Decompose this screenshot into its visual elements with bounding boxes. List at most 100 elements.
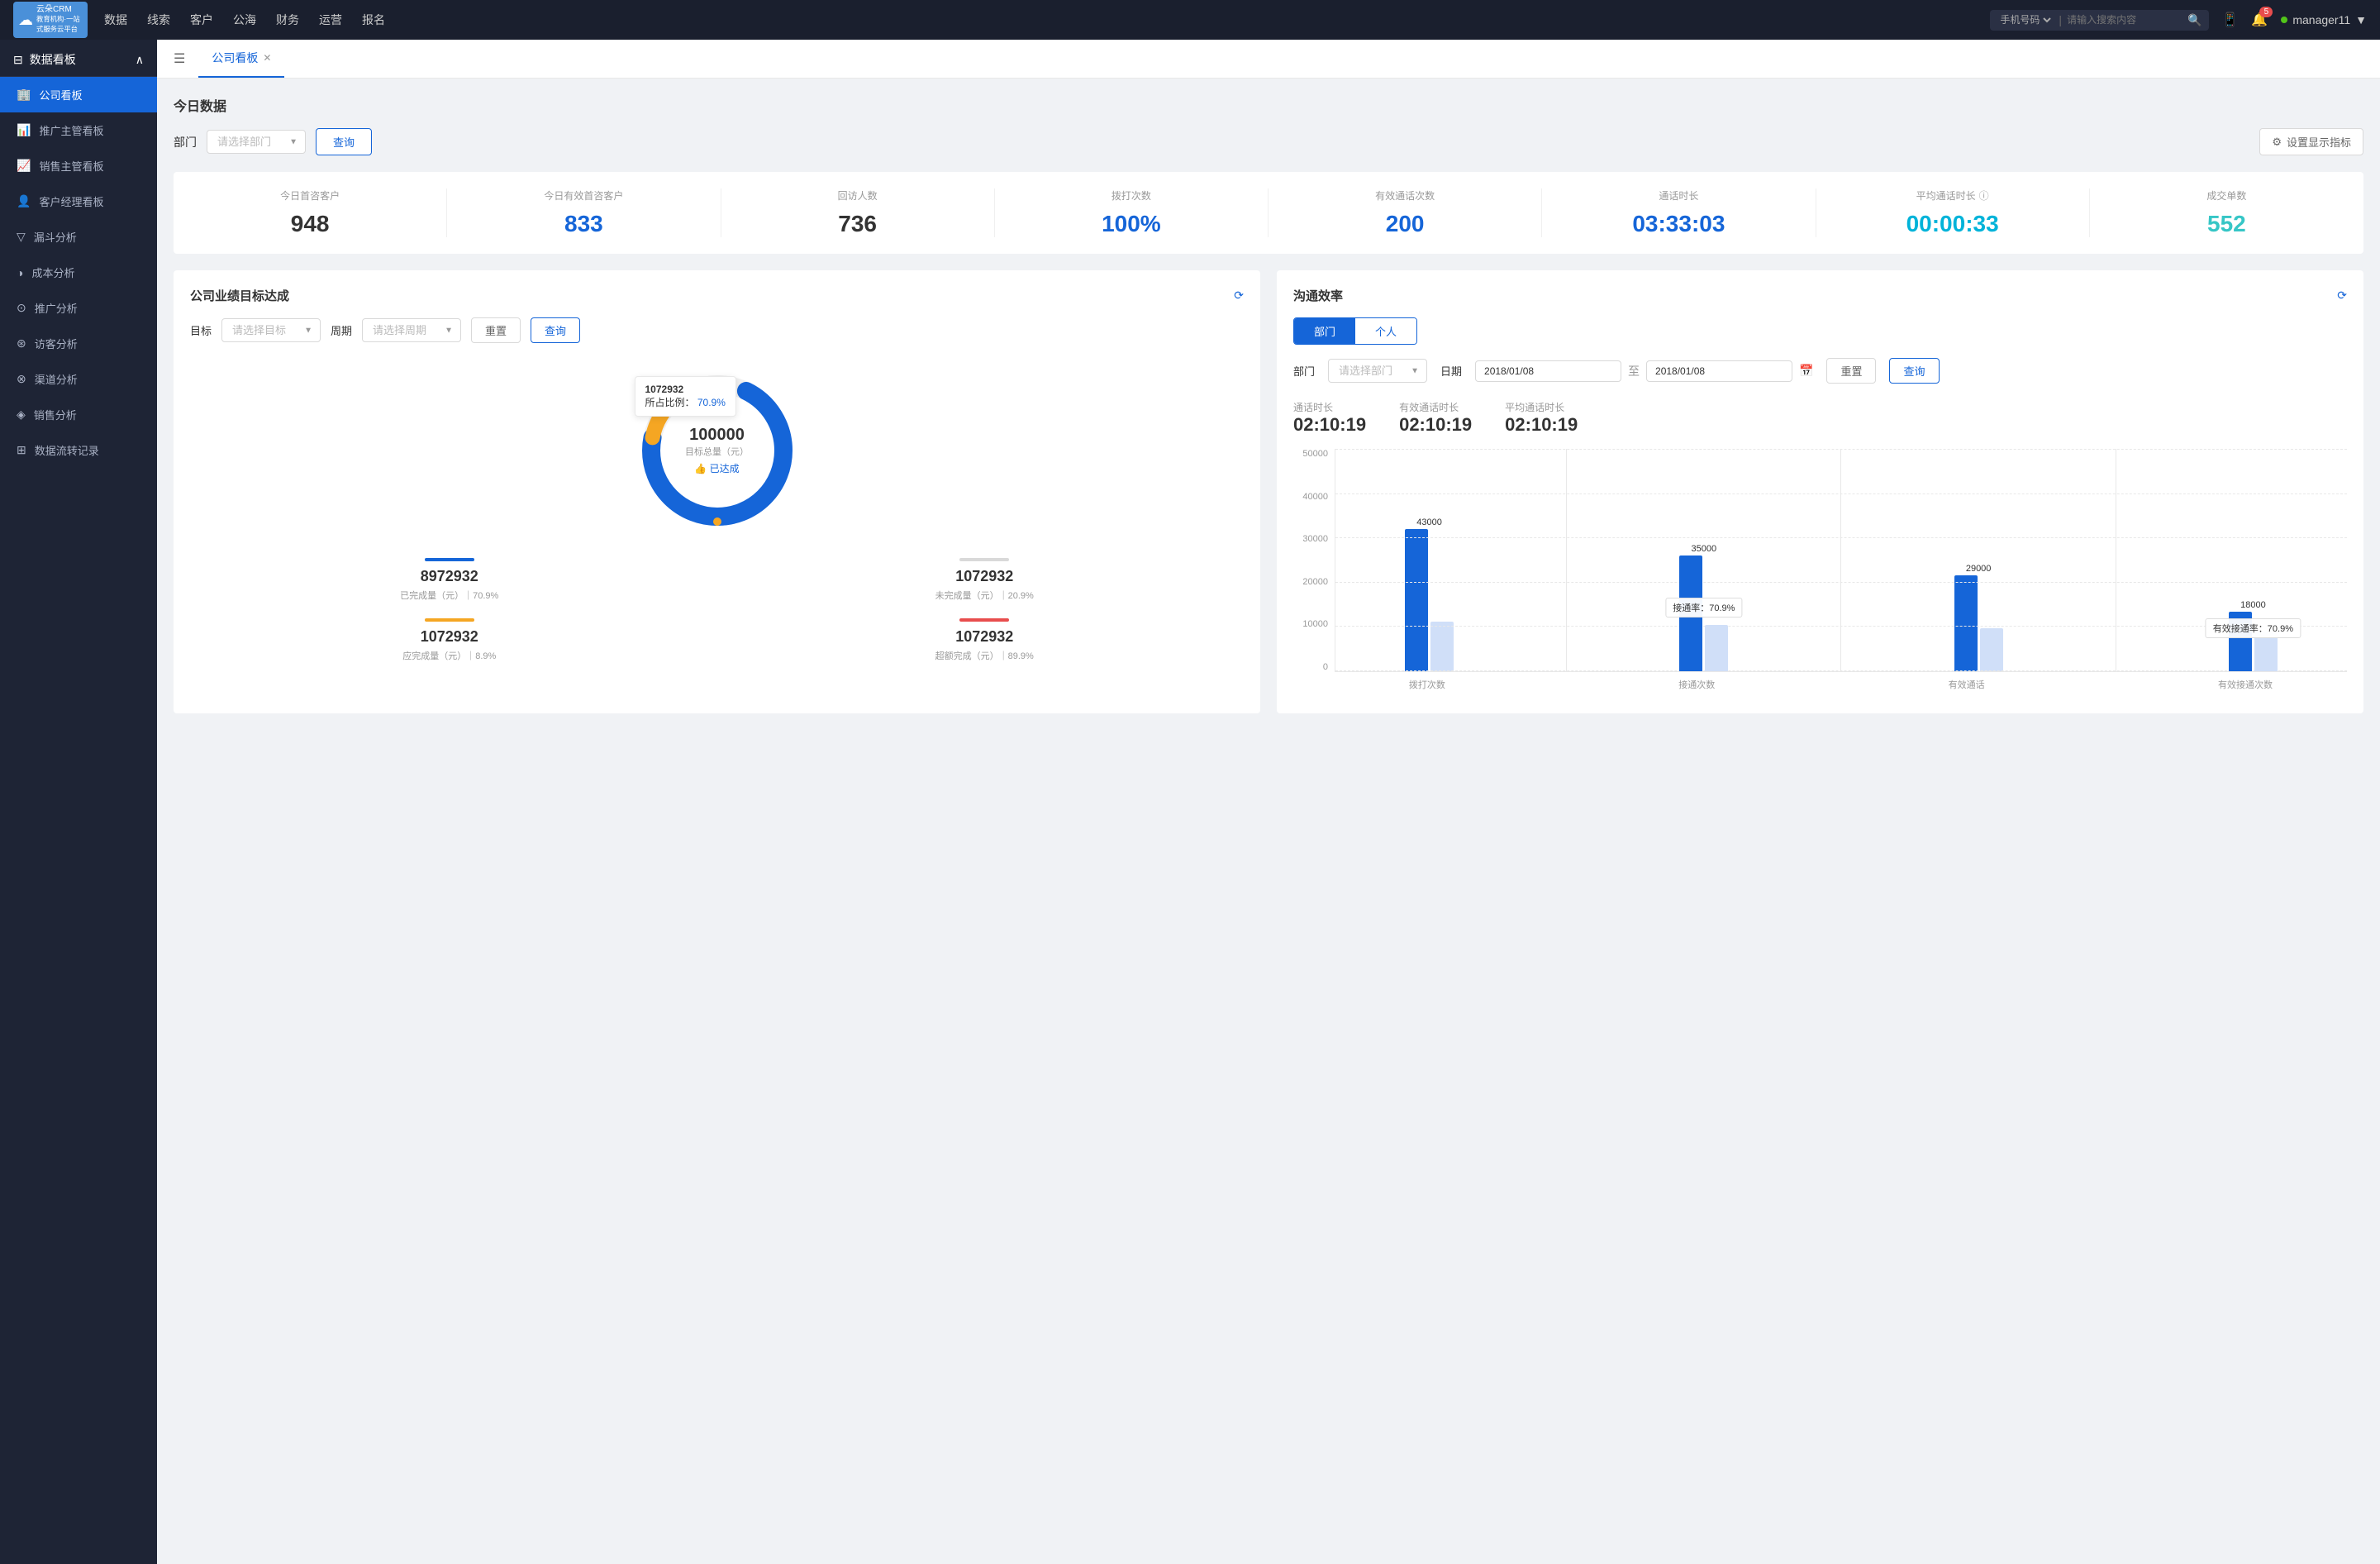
sidebar-label-promo-analysis: 推广分析 — [35, 300, 78, 316]
nav-item-signup[interactable]: 报名 — [362, 12, 385, 28]
eff-reset-button[interactable]: 重置 — [1826, 358, 1876, 384]
page-body: 今日数据 部门 请选择部门 查询 ⚙ 设置显示指标 — [157, 79, 2380, 730]
x-label-0: 拨打次数 — [1409, 678, 1445, 691]
mini-stat-bar-1 — [959, 558, 1009, 561]
date-range: 至 📅 — [1475, 360, 1813, 382]
tab-label: 公司看板 — [212, 50, 258, 66]
stat-label-1: 今日有效首咨客户 — [455, 188, 712, 203]
sidebar-item-cost[interactable]: ◑ 成本分析 — [0, 255, 157, 290]
search-input[interactable] — [2067, 14, 2182, 26]
mini-stat-desc-3: 超额完成（元）｜89.9% — [726, 649, 1245, 662]
settings-button[interactable]: ⚙ 设置显示指标 — [2259, 128, 2363, 155]
nav-item-public[interactable]: 公海 — [233, 12, 256, 28]
sidebar-item-sales-analysis[interactable]: ◈ 销售分析 — [0, 397, 157, 432]
period-select[interactable]: 请选择周期 — [362, 318, 461, 342]
mobile-icon[interactable]: 📱 — [2222, 12, 2239, 28]
search-type-select[interactable]: 手机号码 — [1997, 13, 2054, 26]
eff-query-button[interactable]: 查询 — [1889, 358, 1939, 384]
eff-stat-label-0: 通话时长 — [1293, 400, 1366, 414]
tab-dept[interactable]: 部门 — [1294, 318, 1355, 344]
mini-stat-num-1: 1072932 — [726, 568, 1245, 585]
bar-1-light — [1705, 625, 1728, 671]
bar-val-3-0: 18000 — [2240, 600, 2266, 610]
stat-value-5: 03:33:03 — [1550, 211, 1806, 237]
hamburger-icon[interactable]: ☰ — [174, 50, 185, 67]
logo-icon: ☁ — [18, 12, 33, 29]
x-label-1: 接通次数 — [1678, 678, 1715, 691]
settings-icon: ⚙ — [2272, 136, 2282, 149]
sidebar-item-flow-record[interactable]: ⊞ 数据流转记录 — [0, 432, 157, 468]
bar-group-0: 43000 — [1405, 517, 1454, 671]
nav-links: 数据 线索 客户 公海 财务 运营 报名 — [104, 12, 1990, 28]
nav-item-finance[interactable]: 财务 — [276, 12, 299, 28]
nav-item-ops[interactable]: 运营 — [319, 12, 342, 28]
user-info[interactable]: manager11 ▼ — [2281, 13, 2367, 26]
sidebar-icon-cost: ◑ — [17, 266, 23, 279]
sidebar-label-funnel: 漏斗分析 — [34, 229, 77, 245]
donut-center: 100000 目标总量（元） 👍 已达成 — [685, 426, 749, 475]
stat-item-1: 今日有效首咨客户 833 — [447, 188, 721, 237]
notification-icon[interactable]: 🔔 5 — [2251, 12, 2268, 28]
nav-item-data[interactable]: 数据 — [104, 12, 127, 28]
sidebar-item-funnel[interactable]: ▽ 漏斗分析 — [0, 219, 157, 255]
dept-select[interactable]: 请选择部门 — [207, 130, 306, 154]
sidebar-item-visitor[interactable]: ⊛ 访客分析 — [0, 326, 157, 361]
eff-date-label: 日期 — [1440, 363, 1462, 379]
sidebar-label-visitor: 访客分析 — [35, 336, 78, 351]
y-label-10000: 10000 — [1302, 619, 1328, 629]
stat-value-1: 833 — [455, 211, 712, 237]
eff-stat-value-1: 02:10:19 — [1399, 414, 1472, 436]
mini-stat-num-0: 8972932 — [190, 568, 709, 585]
stat-value-2: 736 — [730, 211, 986, 237]
sidebar-collapse-icon[interactable]: ⊟ — [13, 53, 23, 67]
target-select[interactable]: 请选择目标 — [221, 318, 321, 342]
mini-stat-bar-0 — [425, 558, 474, 561]
sidebar-item-company-board[interactable]: 🏢 公司看板 — [0, 77, 157, 112]
tab-company-board[interactable]: 公司看板 ✕ — [198, 40, 284, 78]
date-from-input[interactable] — [1475, 360, 1621, 382]
stat-item-4: 有效通话次数 200 — [1269, 188, 1542, 237]
y-label-40000: 40000 — [1302, 492, 1328, 502]
donut-label: 目标总量（元） — [685, 445, 749, 458]
main-content: ☰ 公司看板 ✕ 今日数据 部门 请选择部门 — [157, 40, 2380, 1564]
tab-close-icon[interactable]: ✕ — [263, 52, 271, 64]
pct-label-3: 有效接通率：70.9% — [2206, 618, 2301, 638]
today-section-title: 今日数据 — [174, 95, 2363, 115]
target-reset-button[interactable]: 重置 — [471, 317, 521, 343]
eff-stat-label-2: 平均通话时长 — [1505, 400, 1578, 414]
stat-value-3: 100% — [1003, 211, 1259, 237]
efficiency-refresh-icon[interactable]: ⟳ — [2337, 288, 2347, 303]
user-dropdown-icon[interactable]: ▼ — [2355, 13, 2367, 26]
calendar-icon[interactable]: 📅 — [1799, 364, 1813, 378]
eff-dept-select[interactable]: 请选择部门 — [1328, 359, 1427, 383]
bar-group-2: 29000 — [1954, 564, 2003, 671]
target-card-header: 公司业绩目标达成 ⟳ — [190, 287, 1244, 304]
stat-item-3: 拨打次数 100% — [995, 188, 1269, 237]
sidebar-section-toggle[interactable]: ∧ — [136, 53, 144, 67]
username: manager11 — [2292, 13, 2350, 26]
today-query-button[interactable]: 查询 — [316, 128, 372, 155]
date-to-input[interactable] — [1646, 360, 1792, 382]
nav-item-leads[interactable]: 线索 — [147, 12, 170, 28]
search-icon[interactable]: 🔍 — [2187, 13, 2202, 27]
tab-personal[interactable]: 个人 — [1355, 318, 1416, 344]
dept-select-wrap: 请选择部门 — [207, 130, 306, 154]
sidebar-item-promo-analysis[interactable]: ⊙ 推广分析 — [0, 290, 157, 326]
sidebar-item-promo-mgr[interactable]: 📊 推广主管看板 — [0, 112, 157, 148]
sidebar-item-channel[interactable]: ⊗ 渠道分析 — [0, 361, 157, 397]
nav-item-customer[interactable]: 客户 — [190, 12, 213, 28]
divider-2 — [1840, 449, 1841, 671]
target-refresh-icon[interactable]: ⟳ — [1234, 288, 1244, 303]
y-label-50000: 50000 — [1302, 449, 1328, 459]
mini-stat-1: 1072932 未完成量（元）｜20.9% — [726, 558, 1245, 602]
target-query-button[interactable]: 查询 — [531, 317, 580, 343]
sidebar-icon-visitor: ⊛ — [17, 336, 26, 350]
sidebar-section-title: 数据看板 — [30, 51, 76, 68]
sidebar-label-sales: 销售主管看板 — [39, 158, 103, 174]
search-box: 手机号码 | 🔍 — [1990, 10, 2208, 31]
eff-stat-label-1: 有效通话时长 — [1399, 400, 1472, 414]
sidebar-item-customer-mgr[interactable]: 👤 客户经理看板 — [0, 184, 157, 219]
pct-label-1: 接通率：70.9% — [1665, 598, 1742, 617]
notification-badge: 5 — [2259, 7, 2273, 17]
sidebar-item-sales-mgr[interactable]: 📈 销售主管看板 — [0, 148, 157, 184]
